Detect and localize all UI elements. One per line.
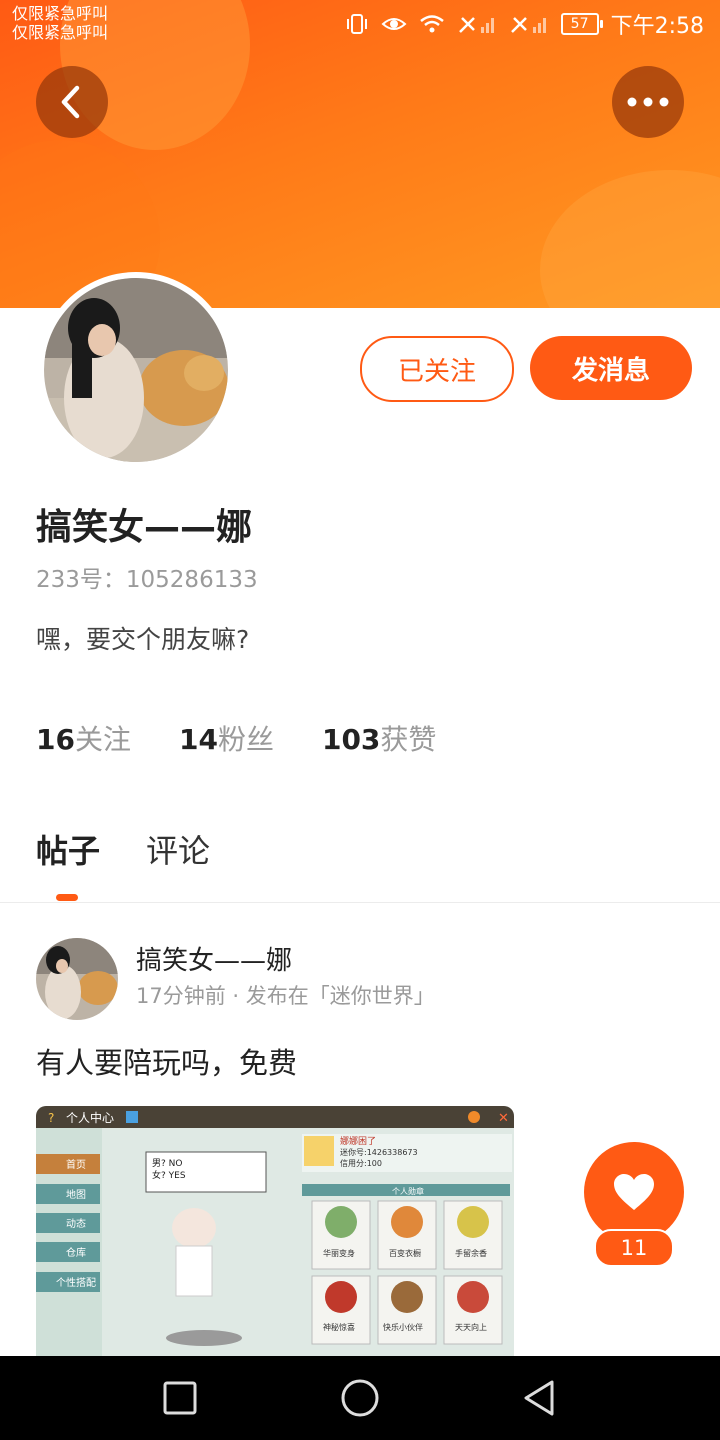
battery-indicator: 57 (560, 13, 603, 35)
game-menu-item: 个性搭配 (56, 1276, 96, 1289)
game-badge: 华丽变身 (323, 1248, 355, 1258)
stat-likes[interactable]: 103获赞 (322, 718, 436, 758)
emergency-call-text: 仅限紧急呼叫 (12, 23, 109, 42)
game-close-icon: ✕ (498, 1111, 509, 1126)
tab-comments[interactable]: 评论 (146, 826, 210, 872)
game-menu-item: 仓库 (66, 1246, 86, 1259)
game-credit: 信用分:100 (340, 1158, 382, 1168)
profile-name: 搞笑女——娜 (36, 507, 253, 548)
profile-bio: 嘿，要交个朋友嘛? (36, 625, 250, 654)
game-bubble-text: 女? YES (152, 1169, 186, 1181)
profile-stats: 16关注 14粉丝 103获赞 (36, 718, 436, 758)
status-icons: 57 下午2:58 (345, 8, 704, 40)
banner-decoration (540, 170, 720, 308)
post-text[interactable]: 有人要陪玩吗，免费 (36, 1040, 297, 1082)
avatar-photo (44, 278, 228, 462)
game-user-id: 迷你号:1426338673 (340, 1147, 418, 1157)
chevron-left-icon (61, 85, 80, 119)
game-menu-item: 动态 (66, 1217, 86, 1230)
post-author-name[interactable]: 搞笑女——娜 (136, 940, 292, 977)
game-title: 个人中心 (66, 1110, 114, 1125)
game-badge: 百变衣橱 (389, 1248, 421, 1258)
following-button[interactable]: 已关注 (360, 336, 514, 402)
stat-following[interactable]: 16关注 (36, 718, 131, 758)
tab-posts[interactable]: 帖子 (36, 826, 100, 872)
home-icon[interactable] (340, 1378, 380, 1418)
post-meta: 17分钟前 · 发布在「迷你世界」 (136, 984, 435, 1008)
vibrate-icon (346, 14, 367, 34)
game-menu-item: 地图 (66, 1188, 86, 1201)
back-nav-icon[interactable] (520, 1378, 560, 1418)
game-bubble-text: 男? NO (152, 1158, 182, 1169)
no-signal-icon (458, 17, 494, 33)
tab-indicator (56, 894, 78, 901)
wifi-icon (419, 15, 444, 33)
game-badge-header: 个人勋章 (392, 1186, 424, 1196)
profile-id: 233号：105286133 (36, 567, 258, 593)
post-image[interactable]: ? 个人中心 ✕ 首页 地图 动态 仓库 个性搭配 男? NO 女? YES 娜… (36, 1106, 514, 1356)
stat-followers[interactable]: 14粉丝 (179, 718, 274, 758)
like-button[interactable] (584, 1142, 684, 1242)
game-badge: 手留余香 (455, 1248, 487, 1258)
more-button[interactable] (612, 66, 684, 138)
like-count: 11 (594, 1229, 674, 1267)
game-badge: 天天向上 (455, 1322, 487, 1332)
post-author-avatar[interactable] (36, 938, 118, 1020)
heart-icon (614, 1174, 654, 1210)
no-signal-icon (510, 17, 546, 33)
game-badge: 快乐小伙伴 (383, 1322, 423, 1332)
clock: 下午2:58 (610, 14, 704, 39)
carrier-status: 仅限紧急呼叫 仅限紧急呼叫 (12, 4, 108, 42)
eye-comfort-icon (381, 18, 407, 30)
send-message-button[interactable]: 发消息 (530, 336, 692, 400)
game-user-name: 娜娜困了 (340, 1135, 376, 1147)
system-navigation-bar (0, 1356, 720, 1440)
profile-banner (0, 0, 720, 308)
more-dots-icon (627, 97, 669, 107)
divider (0, 902, 720, 903)
game-gear-icon (468, 1111, 480, 1123)
game-menu-item: 首页 (66, 1158, 86, 1171)
back-button[interactable] (36, 66, 108, 138)
content-tabs: 帖子 评论 (36, 826, 210, 872)
game-badge: 神秘惊喜 (323, 1322, 355, 1332)
game-help-icon: ? (48, 1111, 54, 1125)
emergency-call-text: 仅限紧急呼叫 (12, 4, 109, 23)
profile-avatar[interactable] (38, 272, 234, 468)
recent-apps-icon[interactable] (162, 1380, 198, 1416)
